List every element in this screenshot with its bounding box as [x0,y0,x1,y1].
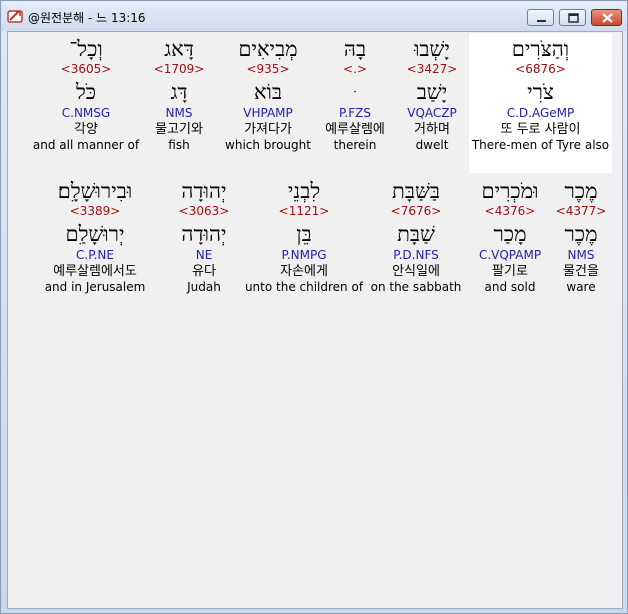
english-gloss: and in Jerusalem [44,280,146,294]
word-cell[interactable]: וּמֹכְרִים <4376> מָכַר C.VQPAMP 팔기로 and… [469,178,551,295]
word-cell[interactable]: מֶכֶר <4377> מֶכֶר NMS 물건을 ware [548,178,614,295]
interlinear-view: וְהַצֹּרִים <6876> צֹרִי C.D.AGeMP 또 두로 … [7,31,623,609]
korean-gloss: 자손에게 [280,264,328,279]
korean-gloss: 유다 [192,264,216,279]
hebrew-word: יָשְׁבוּ [414,37,450,61]
korean-gloss: 팔기로 [492,264,528,279]
korean-gloss: 물고기와 [155,122,203,137]
window-title: @원전분해 - 느 13:16 [28,11,146,25]
word-cell[interactable]: דָּאג <1709> דָּג NMS 물고기와 fish [142,36,216,153]
word-cell[interactable]: וְכָל־ <3605> כֹּל C.NMSG 각양 and all man… [30,36,142,153]
strong-number: <1709> [153,62,205,76]
minimize-icon [537,20,546,22]
strong-number: <3389> [69,204,121,218]
morphology-code: NE [195,248,213,262]
english-gloss: unto the children of [244,280,364,294]
english-gloss: which brought [225,138,311,152]
hebrew-lemma: דָּג [170,80,188,104]
strong-number: <3063> [178,204,230,218]
hebrew-lemma: בֵּן [296,222,312,246]
word-cell[interactable]: בַּשַּׁבָּת <7676> שַׁבָּת P.D.NFS 안식일에 … [367,178,465,295]
hebrew-word: דָּאג [164,37,194,61]
hebrew-word: מֶכֶר [564,179,598,203]
morphology-code: NMS [567,248,595,262]
strong-number: <3427> [406,62,458,76]
morphology-code: VQACZP [407,106,457,120]
strong-number: <935> [246,62,290,76]
hebrew-word: יְהוּדָה [181,179,227,203]
english-gloss: ware [566,280,596,294]
close-icon [602,13,613,23]
korean-gloss: 또 두로 사람이 [500,122,581,137]
english-gloss: dwelt [415,138,449,152]
app-icon [7,8,23,24]
hebrew-word: בָהּ [343,37,367,61]
maximize-icon [568,13,579,23]
hebrew-lemma: מָכַר [493,222,527,246]
title-bar[interactable]: @원전분해 - 느 13:16 [1,1,627,31]
korean-gloss: 각양 [74,122,98,137]
strong-number: <.> [343,62,367,76]
word-cell[interactable]: וְהַצֹּרִים <6876> צֹרִי C.D.AGeMP 또 두로 … [469,36,612,153]
morphology-code: NMS [165,106,193,120]
morphology-code: C.D.AGeMP [506,106,575,120]
hebrew-lemma: יְהוּדָה [181,222,227,246]
hebrew-word: וְהַצֹּרִים [511,37,570,61]
hebrew-lemma: צֹרִי [527,80,554,104]
morphology-code: P.NMPG [281,248,327,262]
hebrew-lemma: ּ [311,79,399,105]
minimize-button[interactable] [527,9,554,26]
word-cell[interactable]: בָהּ <.> ּ P.FZS 예루살렘에 therein [311,36,399,153]
word-cell[interactable]: יְהוּדָה <3063> יְהוּדָה NE 유다 Judah [164,178,244,295]
word-cell[interactable]: וּבִירוּשָׁלִָם׃ <3389> יְרוּשָׁלִַם C.P… [30,178,160,295]
english-gloss: on the sabbath [370,280,462,294]
korean-gloss: 가져다가 [244,122,292,137]
strong-number: <3605> [60,62,112,76]
strong-number: <4377> [555,204,607,218]
word-cell[interactable]: לִבְנֵי <1121> בֵּן P.NMPG 자손에게 unto the… [244,178,364,295]
english-gloss: There-men of Tyre also [471,138,610,152]
korean-gloss: 안식일에 [392,264,440,279]
hebrew-word: בַּשַּׁבָּת [392,179,440,203]
hebrew-word: וּמֹכְרִים [481,179,539,203]
korean-gloss: 예루살렘에서도 [53,264,137,279]
morphology-code: C.VQPAMP [478,248,542,262]
hebrew-word: לִבְנֵי [287,179,321,203]
english-gloss: fish [168,138,190,152]
maximize-button[interactable] [559,9,586,26]
morphology-code: VHPAMP [243,106,293,120]
strong-number: <1121> [278,204,330,218]
close-button[interactable] [591,9,622,26]
hebrew-lemma: יָשַׁב [416,80,448,104]
morphology-code: C.P.NE [76,248,114,262]
app-window: @원전분해 - 느 13:16 וְהַצֹּרִים <6876> צֹרִי… [0,0,628,614]
english-gloss: and all manner of [32,138,140,152]
korean-gloss: 물건을 [563,264,599,279]
word-cell[interactable]: יָשְׁבוּ <3427> יָשַׁב VQACZP 거하며 dwelt [394,36,470,153]
morphology-code: C.NMSG [61,106,111,120]
word-cell[interactable]: מְבִיאִים <935> בּוֹא VHPAMP 가져다가 which … [223,36,313,153]
morphology-code: P.FZS [339,106,371,120]
strong-number: <7676> [390,204,442,218]
strong-number: <4376> [484,204,536,218]
strong-number: <6876> [515,62,566,76]
morphology-code: P.D.NFS [393,248,439,262]
english-gloss: Judah [187,280,221,294]
english-gloss: therein [333,138,377,152]
hebrew-lemma: מֶכֶר [564,222,598,246]
korean-gloss: 예루살렘에 [325,122,385,137]
hebrew-lemma: שַׁבָּת [397,222,435,246]
hebrew-lemma: יְרוּשָׁלִַם [65,222,125,246]
hebrew-word: מְבִיאִים [238,37,298,61]
hebrew-word: וּבִירוּשָׁלִָם׃ [57,179,133,203]
korean-gloss: 거하며 [414,122,450,137]
hebrew-word: וְכָל־ [69,37,103,61]
hebrew-lemma: בּוֹא [253,80,283,104]
english-gloss: and sold [484,280,536,294]
hebrew-lemma: כֹּל [75,80,97,104]
